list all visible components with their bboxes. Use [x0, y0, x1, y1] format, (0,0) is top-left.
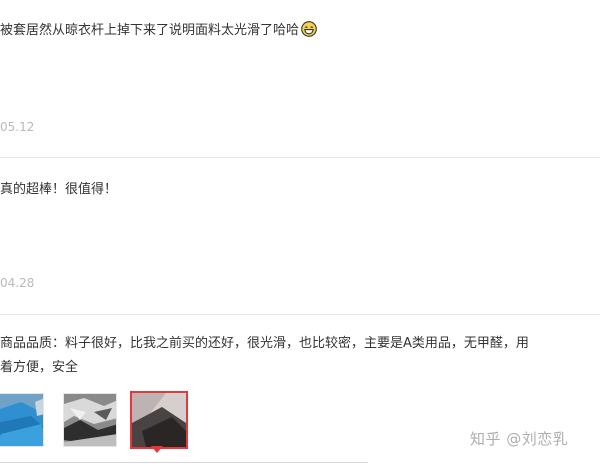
review-text-line1: 商品品质：料子很好，比我之前买的还好，很光滑，也比较密，主要是A类用品，无甲醛，… — [0, 336, 529, 351]
review-text: 真的超棒！很值得！ — [0, 182, 118, 197]
grinning-emoji-icon — [301, 21, 317, 37]
selected-image-pointer — [151, 446, 163, 453]
review-item: 真的超棒！很值得！ 04.28 — [0, 158, 600, 314]
review-text: 被套居然从晾衣杆上掉下来了说明面料太光滑了哈哈 — [0, 19, 317, 43]
review-image-list — [0, 391, 200, 453]
review-image-thumbnail[interactable] — [0, 393, 44, 447]
review-item: 被套居然从晾衣杆上掉下来了说明面料太光滑了哈哈 05.12 — [0, 0, 600, 158]
divider — [0, 462, 368, 463]
review-date: 04.28 — [0, 276, 35, 290]
review-image-thumbnail-selected[interactable] — [130, 391, 188, 449]
review-date: 05.12 — [0, 120, 35, 134]
review-image-thumbnail[interactable] — [63, 393, 117, 447]
review-text-content: 被套居然从晾衣杆上掉下来了说明面料太光滑了哈哈 — [0, 23, 300, 38]
watermark: 知乎 @刘恋乳 — [470, 430, 569, 448]
review-text-line2: 着方便，安全 — [0, 360, 79, 375]
